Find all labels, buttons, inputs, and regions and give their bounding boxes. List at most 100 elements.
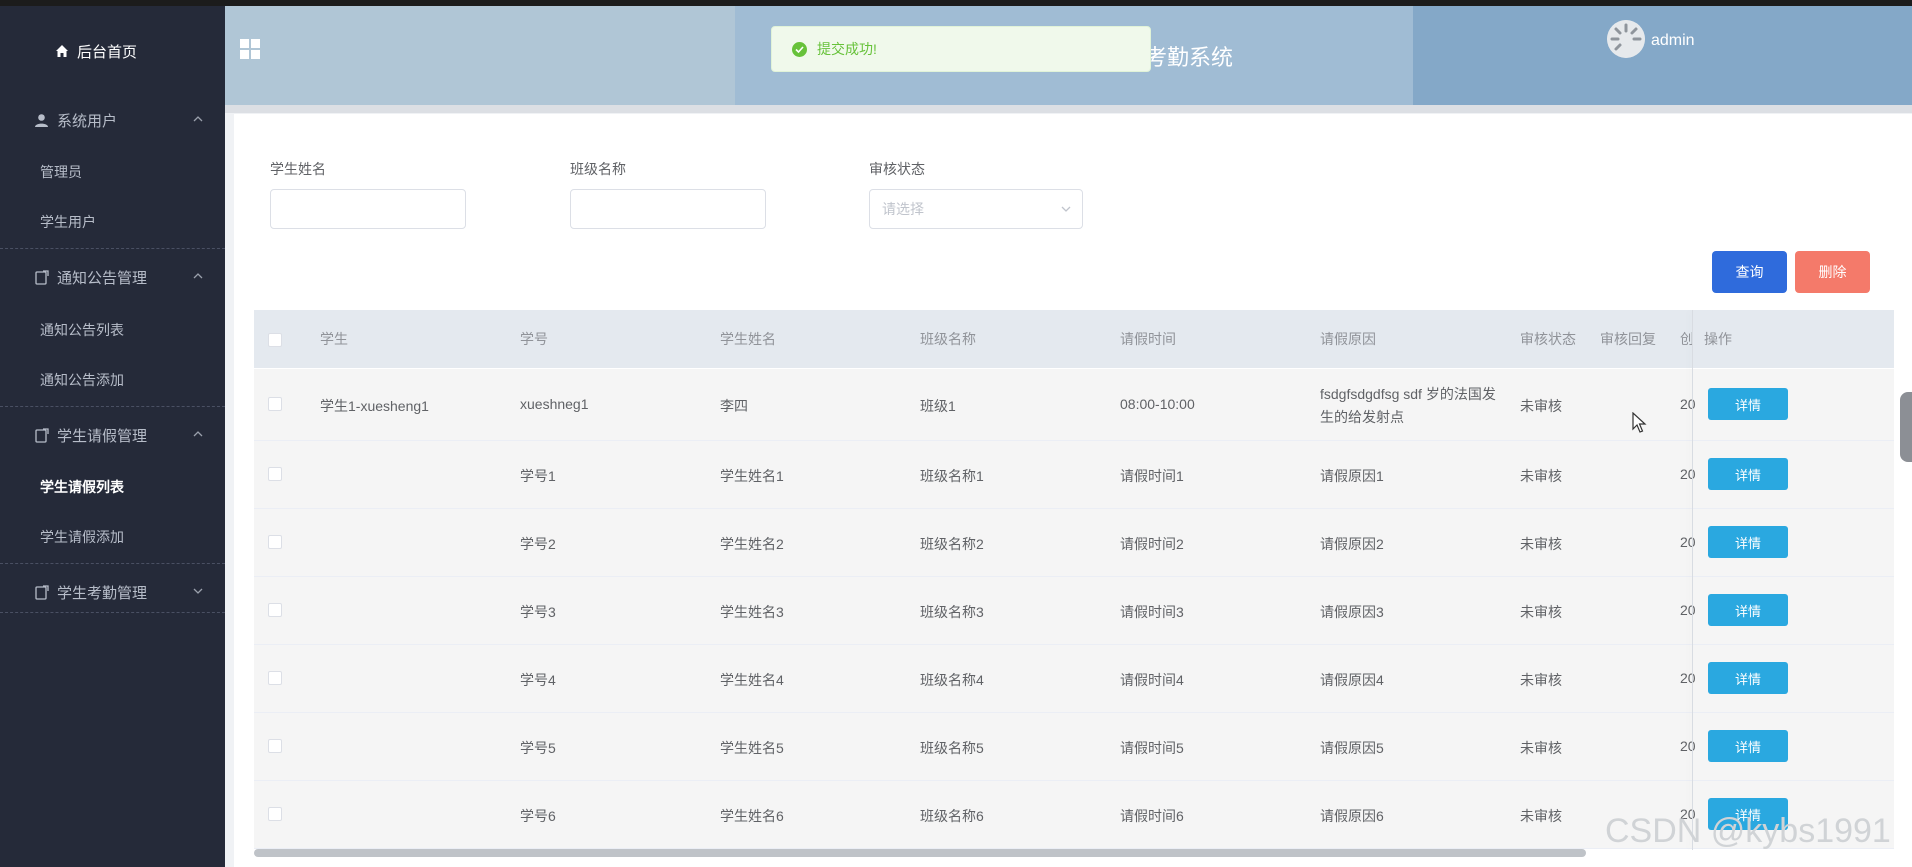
document-icon	[34, 269, 49, 285]
cell-created: 20	[1680, 738, 1696, 754]
sidebar-divider	[0, 406, 225, 407]
status-label: 审核状态	[869, 161, 925, 177]
sidebar-item-home[interactable]: 后台首页	[0, 26, 225, 76]
document-icon	[34, 427, 49, 443]
column-header: 请假时间	[1120, 331, 1176, 347]
sidebar-group-label: 学生考勤管理	[57, 584, 148, 602]
chevron-up-icon	[193, 269, 203, 283]
horizontal-scrollbar[interactable]	[254, 849, 1586, 857]
cell-leave-time: 请假时间6	[1120, 808, 1184, 824]
cell-created: 20	[1680, 670, 1696, 686]
cell-class-name: 班级名称2	[920, 536, 984, 552]
sidebar-divider	[0, 612, 225, 613]
row-checkbox[interactable]	[268, 671, 282, 685]
row-checkbox[interactable]	[268, 467, 282, 481]
delete-button[interactable]: 删除	[1795, 251, 1870, 293]
cell-leave-reason: 请假原因1	[1320, 468, 1384, 484]
header-divider	[225, 105, 1912, 113]
watermark: CSDN @kybs1991	[1605, 812, 1891, 850]
cell-leave-time: 请假时间4	[1120, 672, 1184, 688]
detail-button[interactable]: 详情	[1708, 594, 1788, 626]
cell-class-name: 班级名称6	[920, 808, 984, 824]
cell-student-no: 学号6	[520, 808, 556, 824]
detail-button[interactable]: 详情	[1708, 730, 1788, 762]
cell-student-name: 学生姓名2	[720, 536, 784, 552]
chevron-down-icon	[193, 584, 203, 598]
sidebar-group-label: 通知公告管理	[57, 269, 148, 287]
success-toast: 提交成功!	[771, 26, 1151, 72]
cell-student-name: 学生姓名6	[720, 808, 784, 824]
sidebar-item-label: 通知公告添加	[40, 372, 124, 388]
detail-button[interactable]: 详情	[1708, 458, 1788, 490]
sidebar-group-attendance[interactable]: 学生考勤管理	[0, 566, 225, 618]
cell-student-no: 学号2	[520, 536, 556, 552]
sidebar-item-admin[interactable]: 管理员	[0, 149, 225, 195]
sidebar-item-leave-list[interactable]: 学生请假列表	[0, 464, 225, 510]
table-row[interactable]: 学生1-xuesheng1 xueshneg1 李四 班级1 08:00-10:…	[254, 369, 1894, 441]
detail-button[interactable]: 详情	[1708, 388, 1788, 420]
column-header: 操作	[1704, 331, 1732, 347]
avatar[interactable]	[1607, 20, 1645, 58]
side-drawer-handle[interactable]	[1900, 392, 1912, 462]
sidebar-item-student-users[interactable]: 学生用户	[0, 199, 225, 245]
detail-button[interactable]: 详情	[1708, 662, 1788, 694]
cell-student-name: 学生姓名3	[720, 604, 784, 620]
table-row[interactable]: 学号1 学生姓名1 班级名称1 请假时间1 请假原因1 未审核 20 详情	[254, 441, 1894, 509]
sidebar-group-notice[interactable]: 通知公告管理	[0, 251, 225, 303]
cell-class-name: 班级名称5	[920, 740, 984, 756]
table-row[interactable]: 学号5 学生姓名5 班级名称5 请假时间5 请假原因5 未审核 20 详情	[254, 713, 1894, 781]
cell-created: 20	[1680, 534, 1696, 550]
cell-status: 未审核	[1520, 604, 1562, 620]
detail-button[interactable]: 详情	[1708, 526, 1788, 558]
username[interactable]: admin	[1651, 32, 1695, 50]
query-button[interactable]: 查询	[1712, 251, 1787, 293]
sidebar-item-leave-add[interactable]: 学生请假添加	[0, 514, 225, 560]
column-header: 请假原因	[1320, 331, 1376, 347]
table-row[interactable]: 学号2 学生姓名2 班级名称2 请假时间2 请假原因2 未审核 20 详情	[254, 509, 1894, 577]
chevron-up-icon	[193, 427, 203, 441]
sidebar-item-label: 管理员	[40, 164, 82, 180]
sidebar-group-leave[interactable]: 学生请假管理	[0, 409, 225, 461]
row-checkbox[interactable]	[268, 397, 282, 411]
sidebar-item-label: 学生请假添加	[40, 529, 124, 545]
cell-leave-reason: 请假原因4	[1320, 672, 1384, 688]
table-row[interactable]: 学号3 学生姓名3 班级名称3 请假时间3 请假原因3 未审核 20 详情	[254, 577, 1894, 645]
user-icon	[34, 113, 49, 128]
sidebar-group-label: 系统用户	[57, 112, 118, 130]
cell-leave-time: 请假时间5	[1120, 740, 1184, 756]
sidebar-item-label: 通知公告列表	[40, 322, 124, 338]
cell-leave-reason: fsdgfsdgdfsg sdf 岁的法国发	[1320, 386, 1496, 402]
row-checkbox[interactable]	[268, 739, 282, 753]
menu-grid-icon[interactable]	[239, 38, 261, 65]
column-header: 学号	[520, 331, 548, 347]
status-select[interactable]: 请选择	[869, 189, 1083, 229]
cell-status: 未审核	[1520, 536, 1562, 552]
row-checkbox[interactable]	[268, 807, 282, 821]
sidebar-item-label: 学生请假列表	[40, 479, 124, 495]
sidebar-item-label: 后台首页	[77, 43, 138, 61]
sidebar-divider	[0, 248, 225, 249]
row-checkbox[interactable]	[268, 535, 282, 549]
cell-created: 20	[1680, 396, 1696, 412]
sidebar-item-notice-list[interactable]: 通知公告列表	[0, 307, 225, 353]
cell-student-name: 李四	[720, 398, 748, 414]
cell-leave-time: 08:00-10:00	[1120, 396, 1195, 412]
table-row[interactable]: 学号4 学生姓名4 班级名称4 请假时间4 请假原因4 未审核 20 详情	[254, 645, 1894, 713]
cell-class-name: 班级名称3	[920, 604, 984, 620]
fixed-column-divider	[1692, 310, 1693, 850]
cell-class-name: 班级名称1	[920, 468, 984, 484]
column-header: 学生姓名	[720, 331, 776, 347]
sidebar-divider	[0, 563, 225, 564]
sidebar-item-notice-add[interactable]: 通知公告添加	[0, 357, 225, 403]
cell-status: 未审核	[1520, 468, 1562, 484]
student-name-input[interactable]	[270, 189, 466, 229]
class-name-input[interactable]	[570, 189, 766, 229]
cell-student-no: xueshneg1	[520, 396, 589, 412]
mouse-cursor-icon	[1632, 411, 1648, 439]
cell-status: 未审核	[1520, 398, 1562, 414]
sidebar-item-label: 学生用户	[40, 214, 96, 230]
select-all-checkbox[interactable]	[268, 333, 282, 347]
cell-student-name: 学生姓名1	[720, 468, 784, 484]
sidebar-group-system-users[interactable]: 系统用户	[0, 94, 225, 146]
row-checkbox[interactable]	[268, 603, 282, 617]
